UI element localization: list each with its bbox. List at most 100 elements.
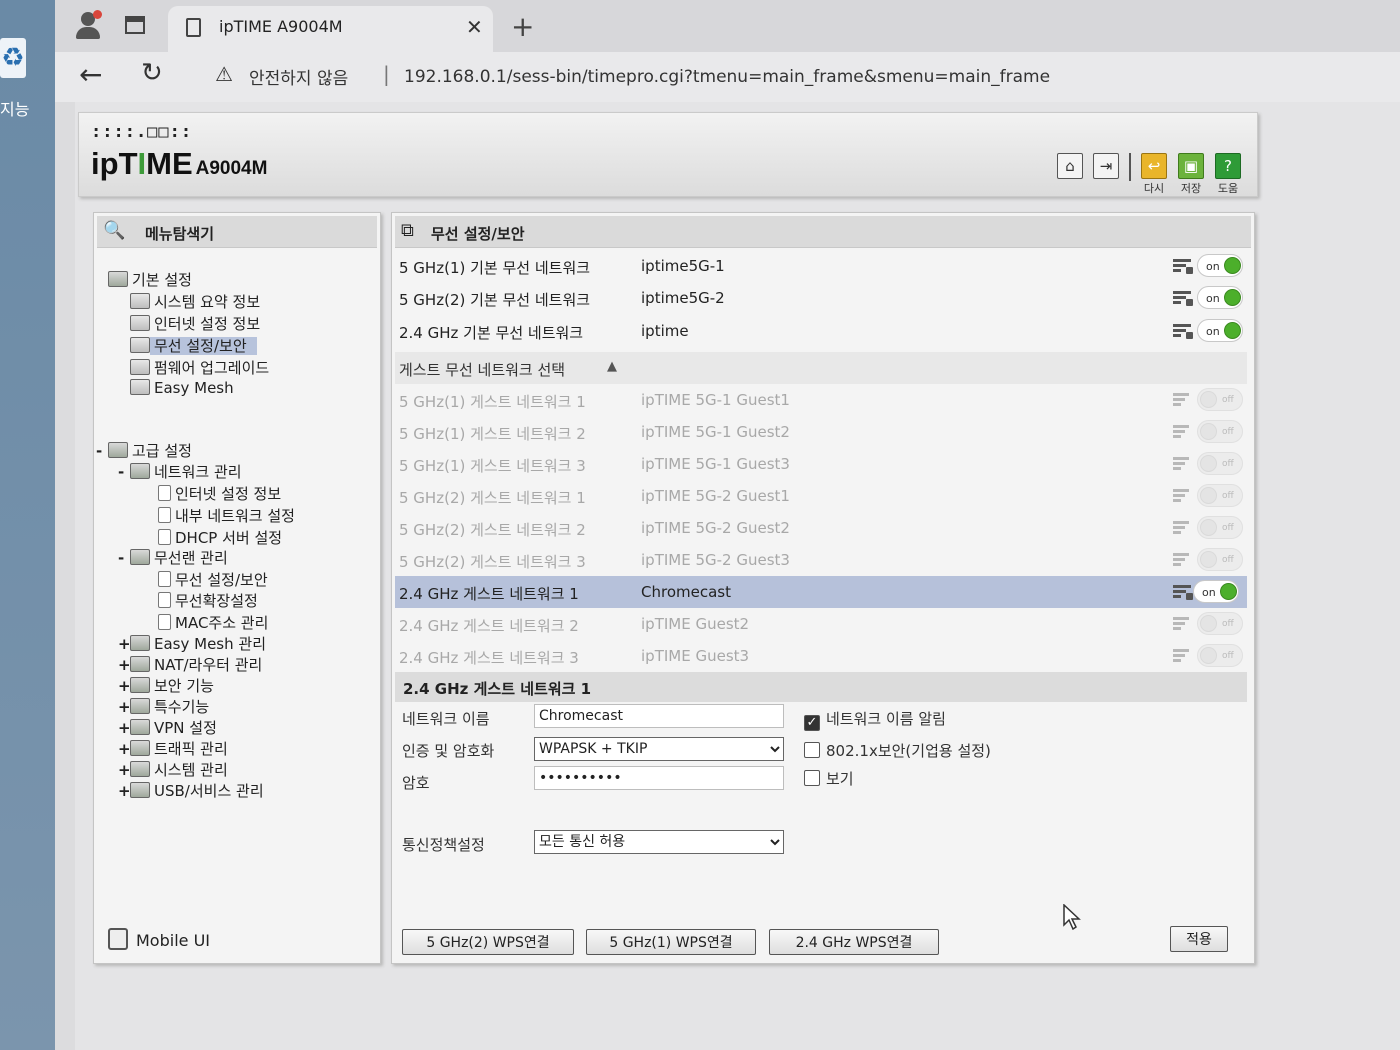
tab-actions-icon[interactable] [125,16,145,34]
guest-network-row[interactable]: 5 GHz(1) 게스트 네트워크 2 ipTIME 5G-1 Guest2 of… [395,416,1247,448]
wifi-lock-icon [1173,585,1193,601]
windows-icon: ⧉ [401,220,414,241]
guest-toggle[interactable]: off [1197,420,1243,443]
back-arrow-icon[interactable]: ← [79,58,102,91]
guest-toggle[interactable]: off [1197,484,1243,507]
security-status[interactable]: 안전하지 않음 [249,64,348,89]
save-label[interactable]: 저장 [1178,180,1204,196]
guest-network-row[interactable]: 5 GHz(2) 게스트 네트워크 3 ipTIME 5G-2 Guest3 of… [395,544,1247,576]
mobile-ui-link[interactable]: Mobile UI [108,928,210,950]
show-password-checkbox[interactable]: 보기 [804,768,854,789]
reload-icon[interactable]: ↻ [141,58,163,88]
policy-select[interactable]: 모든 통신 허용 [534,830,784,854]
vpn-folder-icon [130,719,150,735]
page-icon [158,614,171,630]
wireless-icon [130,337,150,353]
tree-nat-router[interactable]: + NAT/라우터 관리 [118,654,262,675]
page-icon [158,529,171,545]
password-label: 암호 [402,774,430,792]
guest-toggle[interactable]: off [1197,452,1243,475]
guest-network-header[interactable]: 게스트 무선 네트워크 선택 ▲ [395,352,1247,384]
address-bar[interactable]: 192.168.0.1/sess-bin/timepro.cgi?tmenu=m… [404,67,1050,87]
checkbox-icon[interactable] [804,770,820,786]
guest-network-row[interactable]: 5 GHz(1) 게스트 네트워크 1 ipTIME 5G-1 Guest1 of… [395,384,1247,416]
tree-special[interactable]: + 특수기능 [118,696,209,717]
router-header: ::::.□□:: ipTIME A9004M ⌂ ⇥ ↩ ▣ ? 다시 저장 도… [78,112,1258,197]
password-input[interactable] [534,766,784,790]
guest-toggle[interactable]: off [1197,612,1243,635]
recycle-bin-icon[interactable]: ♻ [0,38,26,78]
dot1x-checkbox[interactable]: 802.1x보안(기업용 설정) [804,740,991,761]
home-icon[interactable]: ⌂ [1057,153,1083,179]
network-toggle[interactable]: on [1197,254,1243,277]
tree-dhcp-settings[interactable]: DHCP 서버 설정 [158,527,282,548]
browser-tab[interactable]: ipTIME A9004M ✕ [168,6,493,52]
navigation-bar: ← ↻ ⚠ 안전하지 않음 | 192.168.0.1/sess-bin/tim… [55,52,1400,102]
guest-network-row[interactable]: 2.4 GHz 게스트 네트워크 3 ipTIME Guest3 off [395,640,1247,672]
tree-basic-settings[interactable]: 기본 설정 [108,269,192,290]
save-icon[interactable]: ▣ [1178,153,1204,179]
tree-firmware-upgrade[interactable]: 펌웨어 업그레이드 [130,357,269,378]
broadcast-name-checkbox[interactable]: ✓ 네트워크 이름 알림 [804,708,946,731]
menu-explorer-title: 메뉴탐색기 [145,225,215,243]
tree-system-summary[interactable]: 시스템 요약 정보 [130,291,260,312]
guest-network-row[interactable]: 2.4 GHz 게스트 네트워크 2 ipTIME Guest2 off [395,608,1247,640]
apply-button[interactable]: 적용 [1170,926,1228,952]
guest-toggle[interactable]: off [1197,388,1243,411]
page-icon [186,18,201,37]
network-row[interactable]: 5 GHz(2) 기본 무선 네트워크 iptime5G-2 on [395,282,1247,314]
tab-strip: ipTIME A9004M ✕ + [55,0,1400,52]
wps-24-button[interactable]: 2.4 GHz WPS연결 [769,929,939,955]
network-row[interactable]: 5 GHz(1) 기본 무선 네트워크 iptime5G-1 on [395,250,1247,282]
folder-icon [108,442,128,458]
logo-dots: ::::.□□:: [91,122,193,142]
header-separator [1129,153,1131,181]
wps-5g1-button[interactable]: 5 GHz(1) WPS연결 [586,929,756,955]
close-tab-icon[interactable]: ✕ [466,15,483,39]
guest-network-row[interactable]: 5 GHz(1) 게스트 네트워크 3 ipTIME 5G-1 Guest3 of… [395,448,1247,480]
auth-select[interactable]: WPAPSK + TKIP [534,737,784,761]
tree-usb-service[interactable]: + USB/서비스 관리 [118,780,264,801]
network-toggle[interactable]: on [1197,319,1243,342]
tree-lan-settings[interactable]: 내부 네트워크 설정 [158,505,295,526]
tree-adv-wireless-security[interactable]: 무선 설정/보안 [158,569,268,590]
mobile-icon [108,928,128,950]
tree-easy-mesh-management[interactable]: + Easy Mesh 관리 [118,633,266,654]
tree-mac-management[interactable]: MAC주소 관리 [158,612,268,633]
guest-toggle[interactable]: on [1193,580,1239,603]
network-row[interactable]: 2.4 GHz 기본 무선 네트워크 iptime on [395,315,1247,347]
collapse-arrow-icon[interactable]: ▲ [607,359,617,374]
tree-advanced-settings[interactable]: - 고급 설정 [96,440,192,461]
tree-wireless-management[interactable]: - 무선랜 관리 [118,547,228,568]
help-icon[interactable]: ? [1215,153,1241,179]
new-tab-icon[interactable]: + [511,10,534,43]
guest-toggle[interactable]: off [1197,548,1243,571]
logout-icon[interactable]: ⇥ [1093,153,1119,179]
network-name-input[interactable] [534,704,784,728]
tree-vpn[interactable]: + VPN 설정 [118,717,217,738]
tree-adv-internet-info[interactable]: 인터넷 설정 정보 [158,483,281,504]
warning-icon[interactable]: ⚠ [215,62,233,86]
guest-network-row[interactable]: 5 GHz(2) 게스트 네트워크 1 ipTIME 5G-2 Guest1 of… [395,480,1247,512]
network-toggle[interactable]: on [1197,286,1243,309]
tree-easy-mesh[interactable]: Easy Mesh [130,379,234,400]
guest-network-row[interactable]: 5 GHz(2) 게스트 네트워크 2 ipTIME 5G-2 Guest2 of… [395,512,1247,544]
tree-system-management[interactable]: + 시스템 관리 [118,759,228,780]
tree-network-management[interactable]: - 네트워크 관리 [118,461,242,482]
guest-network-row-selected[interactable]: 2.4 GHz 게스트 네트워크 1 Chromecast on [395,576,1247,608]
wifi-icon [1173,457,1193,473]
tree-security[interactable]: + 보안 기능 [118,675,214,696]
tree-wireless-security[interactable]: 무선 설정/보안 [130,335,257,356]
reload-label[interactable]: 다시 [1141,180,1167,196]
guest-toggle[interactable]: off [1197,516,1243,539]
reload-settings-icon[interactable]: ↩ [1141,153,1167,179]
tree-traffic[interactable]: + 트래픽 관리 [118,738,228,759]
checkbox-checked-icon[interactable]: ✓ [804,715,820,731]
checkbox-icon[interactable] [804,742,820,758]
wps-5g2-button[interactable]: 5 GHz(2) WPS연결 [402,929,574,955]
tree-internet-info[interactable]: 인터넷 설정 정보 [130,313,260,334]
help-label[interactable]: 도움 [1215,180,1241,196]
profile-icon[interactable] [73,10,103,40]
guest-toggle[interactable]: off [1197,644,1243,667]
tree-wireless-extension[interactable]: 무선확장설정 [158,590,258,611]
